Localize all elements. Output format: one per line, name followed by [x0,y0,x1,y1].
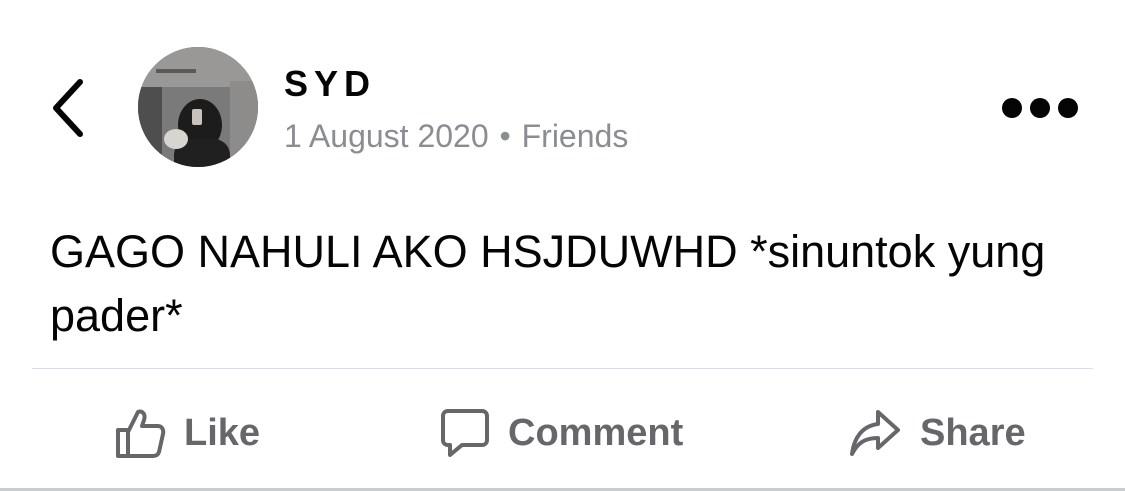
meta-separator: • [499,118,511,154]
like-label: Like [184,412,261,454]
more-options-button[interactable] [998,86,1082,130]
divider [32,368,1093,369]
author-name[interactable]: SYD [284,62,376,106]
author-avatar[interactable] [138,47,258,167]
share-arrow-icon [848,408,902,458]
like-button[interactable]: Like [114,398,260,468]
share-button[interactable]: Share [848,398,1026,468]
post-date[interactable]: 1 August 2020 [284,118,489,154]
post-text: GAGO NAHULI AKO HSJDUWHD *sinuntok yung … [50,226,1046,341]
post-audience: Friends [521,118,629,154]
chevron-left-icon [50,78,86,138]
share-label: Share [920,412,1026,454]
more-horizontal-icon [1000,96,1080,120]
back-button[interactable] [40,72,96,144]
comment-button[interactable]: Comment [440,398,683,468]
post-meta: 1 August 2020 • Friends [284,116,628,156]
avatar-photo [138,47,258,167]
comment-label: Comment [508,412,684,454]
comment-bubble-icon [440,407,490,459]
thumbs-up-icon [114,406,166,460]
